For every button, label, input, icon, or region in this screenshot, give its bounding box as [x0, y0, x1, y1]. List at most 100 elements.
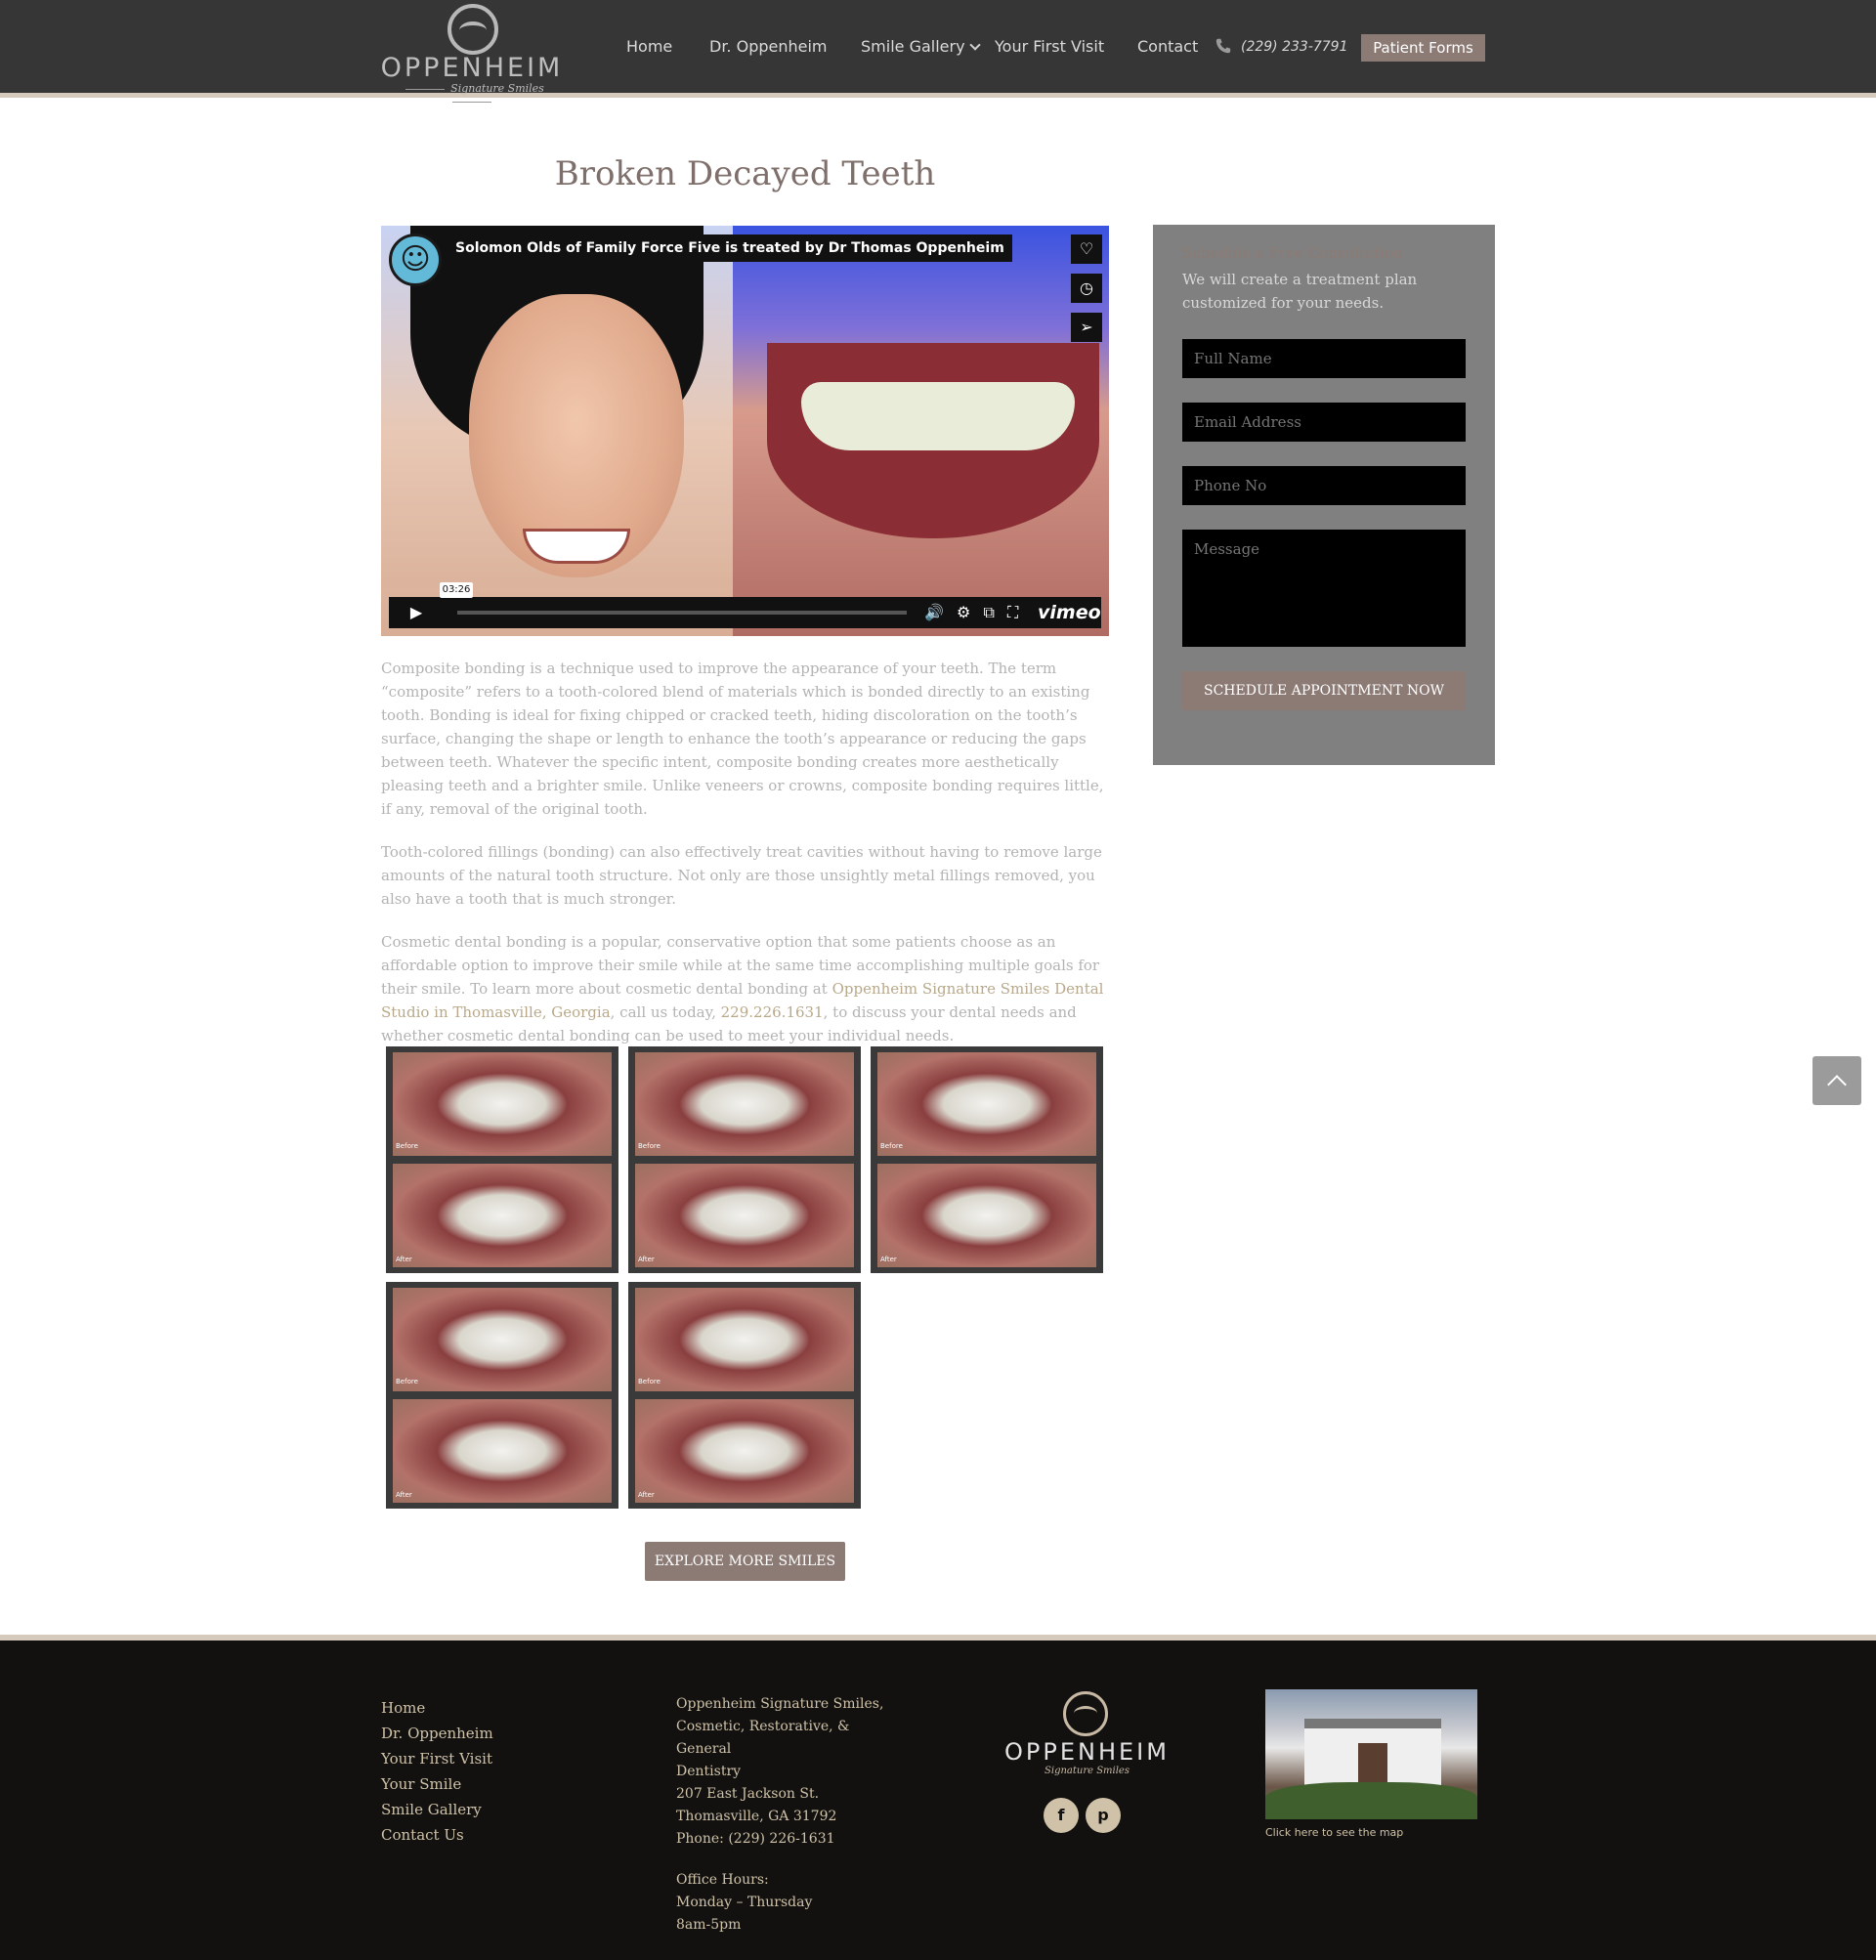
before-label: Before — [396, 1142, 418, 1150]
paragraph-fillings: Tooth-colored fillings (bonding) can als… — [381, 843, 1102, 908]
nav-smile-gallery-label: Smile Gallery — [861, 37, 965, 56]
address-line: Thomasville, GA 31792 — [676, 1809, 837, 1824]
site-header: OPPENHEIM Signature Smiles Home Dr. Oppe… — [0, 0, 1876, 98]
address-line: Phone: (229) 226-1631 — [676, 1831, 835, 1847]
after-label: After — [396, 1256, 412, 1263]
nav-dr-oppenheim[interactable]: Dr. Oppenheim — [709, 37, 828, 56]
header-phone-link[interactable]: (229) 233-7791 — [1241, 39, 1348, 55]
hours-line: Office Hours: — [676, 1872, 769, 1888]
after-label: After — [880, 1256, 897, 1263]
explore-more-smiles-button[interactable]: EXPLORE MORE SMILES — [645, 1542, 845, 1581]
facebook-icon[interactable]: f — [1044, 1798, 1079, 1833]
before-photo — [393, 1052, 612, 1156]
video-progress-track[interactable] — [457, 611, 907, 615]
gallery-thumb[interactable]: Before After — [628, 1282, 861, 1509]
before-label: Before — [880, 1142, 903, 1150]
before-photo — [635, 1288, 854, 1391]
hours-line: 8am-5pm — [676, 1917, 742, 1933]
paragraph-bonding-intro: Composite bonding is a technique used to… — [381, 660, 1104, 818]
footer-logo-word: OPPENHEIM — [1004, 1738, 1170, 1766]
before-label: Before — [638, 1142, 661, 1150]
vimeo-logo[interactable]: vimeo — [1038, 597, 1101, 628]
phone-icon — [1215, 38, 1231, 54]
address-line: 207 East Jackson St. — [676, 1786, 820, 1802]
chevron-down-icon — [968, 39, 981, 51]
scroll-to-top-icon[interactable] — [1812, 1056, 1861, 1105]
email-field[interactable] — [1182, 403, 1466, 442]
footer-link-home[interactable]: Home — [381, 1695, 493, 1721]
play-icon[interactable]: ▶ — [389, 597, 444, 628]
phone-field[interactable] — [1182, 466, 1466, 505]
address-spacer — [676, 1851, 901, 1869]
site-footer: Home Dr. Oppenheim Your First Visit Your… — [0, 1635, 1876, 1960]
page-title: Broken Decayed Teeth — [554, 154, 936, 193]
picture-in-picture-icon[interactable]: ⧉ — [983, 603, 994, 621]
bush-shape — [1265, 1782, 1477, 1819]
logo-mark-icon — [448, 4, 498, 55]
video-closeup-teeth — [801, 382, 1075, 450]
logo-mark-icon — [1063, 1691, 1108, 1736]
footer-address: Oppenheim Signature Smiles, Cosmetic, Re… — [676, 1693, 901, 1937]
footer-link-first-visit[interactable]: Your First Visit — [381, 1746, 493, 1771]
before-label: Before — [396, 1378, 418, 1385]
after-label: After — [396, 1491, 412, 1499]
gallery-thumb[interactable]: Before After — [871, 1046, 1103, 1273]
after-label: After — [638, 1256, 655, 1263]
full-name-field[interactable] — [1182, 339, 1466, 378]
address-line: Cosmetic, Restorative, & General — [676, 1719, 850, 1757]
after-photo — [393, 1399, 612, 1503]
nav-contact[interactable]: Contact — [1137, 37, 1198, 56]
gallery-thumb[interactable]: Before After — [386, 1282, 618, 1509]
patient-forms-button[interactable]: Patient Forms — [1361, 34, 1485, 62]
schedule-appointment-button[interactable]: SCHEDULE APPOINTMENT NOW — [1182, 671, 1466, 710]
pinterest-icon[interactable]: p — [1086, 1798, 1121, 1833]
footer-nav: Home Dr. Oppenheim Your First Visit Your… — [381, 1695, 493, 1848]
after-photo — [393, 1164, 612, 1267]
after-photo — [635, 1399, 854, 1503]
address-line: Dentistry — [676, 1764, 742, 1779]
like-icon[interactable]: ♡ — [1071, 234, 1102, 264]
share-icon[interactable]: ➢ — [1071, 313, 1102, 342]
footer-link-contact-us[interactable]: Contact Us — [381, 1822, 493, 1848]
before-photo — [635, 1052, 854, 1156]
gallery-thumb[interactable]: Before After — [386, 1046, 618, 1273]
after-photo — [877, 1164, 1096, 1267]
before-label: Before — [638, 1378, 661, 1385]
volume-icon[interactable]: 🔊 — [924, 603, 944, 621]
video-title[interactable]: Solomon Olds of Family Force Five is tre… — [448, 234, 1012, 262]
nav-smile-gallery[interactable]: Smile Gallery — [861, 37, 981, 56]
video-control-icons: 🔊 ⚙ ⧉ ⛶ — [924, 597, 1018, 628]
site-logo[interactable]: OPPENHEIM Signature Smiles — [379, 2, 565, 96]
fullscreen-icon[interactable]: ⛶ — [1007, 603, 1018, 621]
before-photo — [877, 1052, 1096, 1156]
smiley-icon: ☺ — [400, 242, 431, 277]
paragraph-cosmetic-bonding: Cosmetic dental bonding is a popular, co… — [381, 930, 1109, 1047]
footer-logo[interactable]: OPPENHEIM Signature Smiles — [1002, 1691, 1172, 1779]
nav-first-visit[interactable]: Your First Visit — [995, 37, 1104, 56]
paragraph-text: , call us today, — [610, 1003, 721, 1021]
logo-tagline: Signature Smiles — [379, 82, 565, 107]
after-photo — [635, 1164, 854, 1267]
form-subtext: We will create a treatment plan customiz… — [1182, 271, 1418, 312]
form-heading: Schedule a Free Consultation — [1182, 244, 1403, 262]
watch-later-icon[interactable]: ◷ — [1071, 274, 1102, 303]
before-photo — [393, 1288, 612, 1391]
phone-link[interactable]: 229.226.1631 — [721, 1003, 824, 1021]
map-link[interactable]: Click here to see the map — [1265, 1826, 1403, 1839]
address-line: Oppenheim Signature Smiles, — [676, 1696, 884, 1712]
footer-logo-tagline: Signature Smiles — [1045, 1766, 1130, 1776]
gallery-thumb[interactable]: Before After — [628, 1046, 861, 1273]
footer-link-smile-gallery[interactable]: Smile Gallery — [381, 1797, 493, 1822]
footer-link-your-smile[interactable]: Your Smile — [381, 1771, 493, 1797]
message-field[interactable] — [1182, 530, 1466, 647]
logo-word: OPPENHEIM — [380, 53, 564, 83]
nav-home[interactable]: Home — [626, 37, 672, 56]
hours-line: Monday – Thursday — [676, 1895, 813, 1910]
office-photo-map-link[interactable] — [1265, 1689, 1477, 1819]
consultation-form: Schedule a Free Consultation We will cre… — [1153, 225, 1495, 765]
video-timecode: 03:26 — [440, 582, 473, 598]
after-label: After — [638, 1491, 655, 1499]
footer-link-dr-oppenheim[interactable]: Dr. Oppenheim — [381, 1721, 493, 1746]
settings-gear-icon[interactable]: ⚙ — [957, 603, 970, 621]
video-player[interactable]: ☺ Solomon Olds of Family Force Five is t… — [381, 226, 1109, 636]
